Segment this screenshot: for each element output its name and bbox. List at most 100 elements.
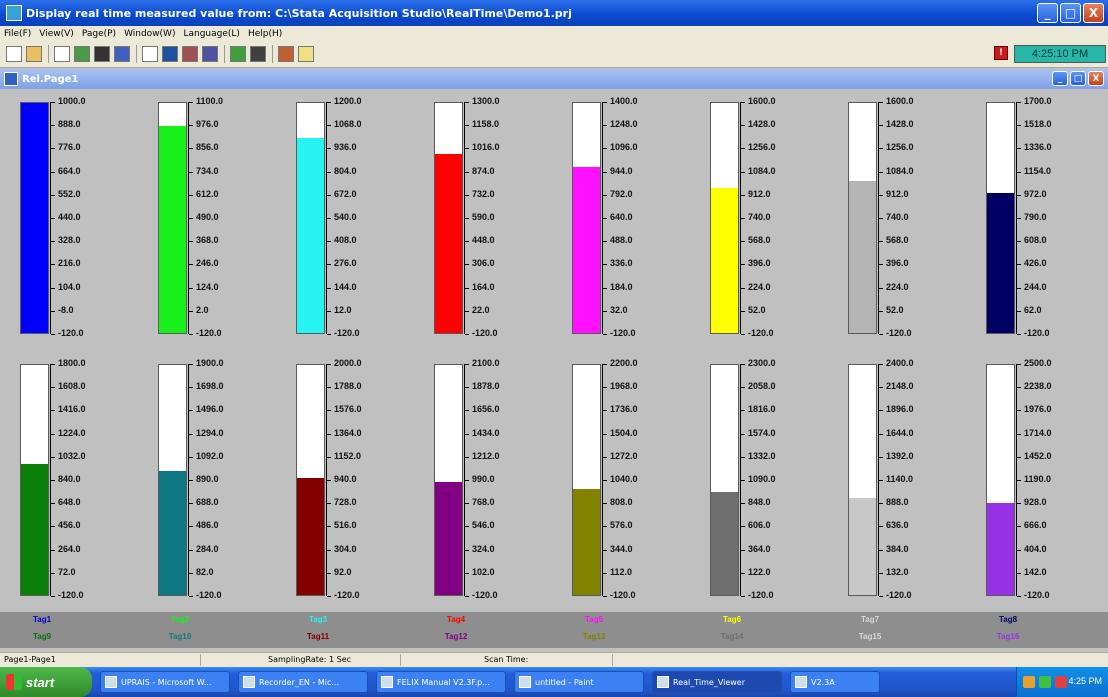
gauge-tick-label: 790.0 <box>1024 212 1047 222</box>
new-icon[interactable] <box>6 46 22 62</box>
gauge-tick-label: 608.0 <box>1024 235 1047 246</box>
gauge-tick <box>741 410 745 412</box>
legend-tag1[interactable]: Tag1 <box>2 615 82 624</box>
gauge-tick <box>465 310 469 312</box>
child-minimize-button[interactable]: _ <box>1052 71 1068 86</box>
gear-icon[interactable] <box>74 46 90 62</box>
gauge-tick <box>189 218 193 219</box>
legend-tag7[interactable]: Tag7 <box>830 615 910 624</box>
gauge-tick <box>465 572 469 574</box>
taskbar-item[interactable]: UPRAIS - Microsoft W... <box>100 671 230 693</box>
gauge-tick-label: 568.0 <box>886 235 909 246</box>
menu-item[interactable]: Language(L) <box>179 29 243 39</box>
gauge-tick-label: 396.0 <box>748 258 771 269</box>
legend-tag15[interactable]: Tag15 <box>830 632 910 641</box>
gauge-tick-label: 1714.0 <box>1024 427 1052 438</box>
alarm-icon[interactable]: ! <box>994 46 1008 60</box>
gauge-tube <box>20 364 49 596</box>
app-icon <box>105 676 117 688</box>
title-bar[interactable]: Display real time measured value from: C… <box>0 0 1108 26</box>
gauge-tick-label: 2200.0 <box>610 358 638 368</box>
legend-tag3[interactable]: Tag3 <box>278 615 358 624</box>
gauge-tick <box>603 310 607 312</box>
gauge-tube <box>296 102 325 334</box>
bars2-icon[interactable] <box>202 46 218 62</box>
legend-tag11[interactable]: Tag11 <box>278 632 358 641</box>
stop-icon[interactable] <box>94 46 110 62</box>
gauge-tick-label: -120.0 <box>886 590 912 600</box>
taskbar-item[interactable]: FELIX Manual V2.3F.p... <box>376 671 506 693</box>
gauge-tick-label: 264.0 <box>58 543 81 554</box>
legend-tag5[interactable]: Tag5 <box>554 615 634 624</box>
gauge-tick <box>327 194 331 196</box>
bars-icon[interactable] <box>182 46 198 62</box>
gauge-tick-label: 912.0 <box>886 188 909 199</box>
page-icon[interactable] <box>142 46 158 62</box>
start-button[interactable]: start <box>0 667 92 697</box>
volume-icon[interactable] <box>1039 676 1051 688</box>
gauge-tick <box>879 364 883 365</box>
gauge-tick <box>51 572 55 574</box>
gauge-tick-label: 32.0 <box>610 304 628 315</box>
gauge-tick <box>603 526 607 528</box>
gauge-tick-label: -120.0 <box>610 328 636 338</box>
gauge-tick-label: -120.0 <box>610 590 636 600</box>
network-icon[interactable] <box>1023 676 1035 688</box>
warning-icon[interactable] <box>298 46 314 62</box>
settings-icon[interactable] <box>278 46 294 62</box>
legend-tag2[interactable]: Tag2 <box>140 615 220 624</box>
gauge-tick-label: 224.0 <box>748 281 771 292</box>
gauge-fill <box>297 137 324 333</box>
legend-tag10[interactable]: Tag10 <box>140 632 220 641</box>
menu-item[interactable]: Page(P) <box>78 29 120 39</box>
gauge-tick <box>741 572 745 574</box>
legend-tag9[interactable]: Tag9 <box>2 632 82 641</box>
gauge-tick-label: 328.0 <box>58 235 81 246</box>
child-close-button[interactable]: X <box>1088 71 1104 86</box>
legend-tag13[interactable]: Tag13 <box>554 632 634 641</box>
gauge-tick-label: 1016.0 <box>472 142 500 153</box>
menu-item[interactable]: Help(H) <box>244 29 286 39</box>
minimize-button[interactable]: _ <box>1037 3 1058 23</box>
gauge-tick-label: 1700.0 <box>1024 96 1052 106</box>
menu-item[interactable]: Window(W) <box>120 29 179 39</box>
list-icon[interactable] <box>250 46 266 62</box>
taskbar-item[interactable]: untitled - Paint <box>514 671 644 693</box>
taskbar-item[interactable]: Real_Time_Viewer <box>652 671 782 693</box>
toolbar-separator <box>136 45 137 63</box>
gauge-tick <box>189 148 193 150</box>
gauge-scale <box>50 364 55 597</box>
legend-tag6[interactable]: Tag6 <box>692 615 772 624</box>
doc-icon[interactable] <box>54 46 70 62</box>
chart-icon[interactable] <box>162 46 178 62</box>
gauge-tick <box>189 572 193 574</box>
security-icon[interactable] <box>1055 676 1067 688</box>
gauge-tick <box>465 125 469 127</box>
gauge-tick-label: 888.0 <box>886 497 909 508</box>
open-icon[interactable] <box>26 46 42 62</box>
taskbar-item[interactable]: V2.3A <box>790 671 880 693</box>
gauge-tick-label: -120.0 <box>196 590 222 600</box>
taskbar-item[interactable]: Recorder_EN - Mic... <box>238 671 368 693</box>
maximize-button[interactable]: □ <box>1060 3 1081 23</box>
gauge-tag4: 1300.0 1158.0 1016.0 874.0 732.0 590.0 448.0 30… <box>414 89 552 344</box>
table-icon[interactable] <box>230 46 246 62</box>
grid-icon[interactable] <box>114 46 130 62</box>
gauge-tick <box>879 148 883 150</box>
gauge-tick <box>741 364 745 365</box>
menu-item[interactable]: View(V) <box>35 29 78 39</box>
legend-tag14[interactable]: Tag14 <box>692 632 772 641</box>
legend-tag8[interactable]: Tag8 <box>968 615 1048 624</box>
gauge-tick-label: 2000.0 <box>334 358 362 368</box>
gauge-tick-label: 456.0 <box>58 520 81 531</box>
gauge-tube <box>848 364 877 596</box>
child-window-titlebar[interactable]: Rel.Page1 _ □ X <box>0 69 1108 89</box>
gauge-scale <box>602 102 607 335</box>
child-maximize-button[interactable]: □ <box>1070 71 1086 86</box>
close-button[interactable]: X <box>1083 3 1104 23</box>
app-icon <box>519 676 531 688</box>
legend-tag16[interactable]: Tag16 <box>968 632 1048 641</box>
menu-item[interactable]: File(F) <box>0 29 35 39</box>
legend-tag12[interactable]: Tag12 <box>416 632 496 641</box>
legend-tag4[interactable]: Tag4 <box>416 615 496 624</box>
